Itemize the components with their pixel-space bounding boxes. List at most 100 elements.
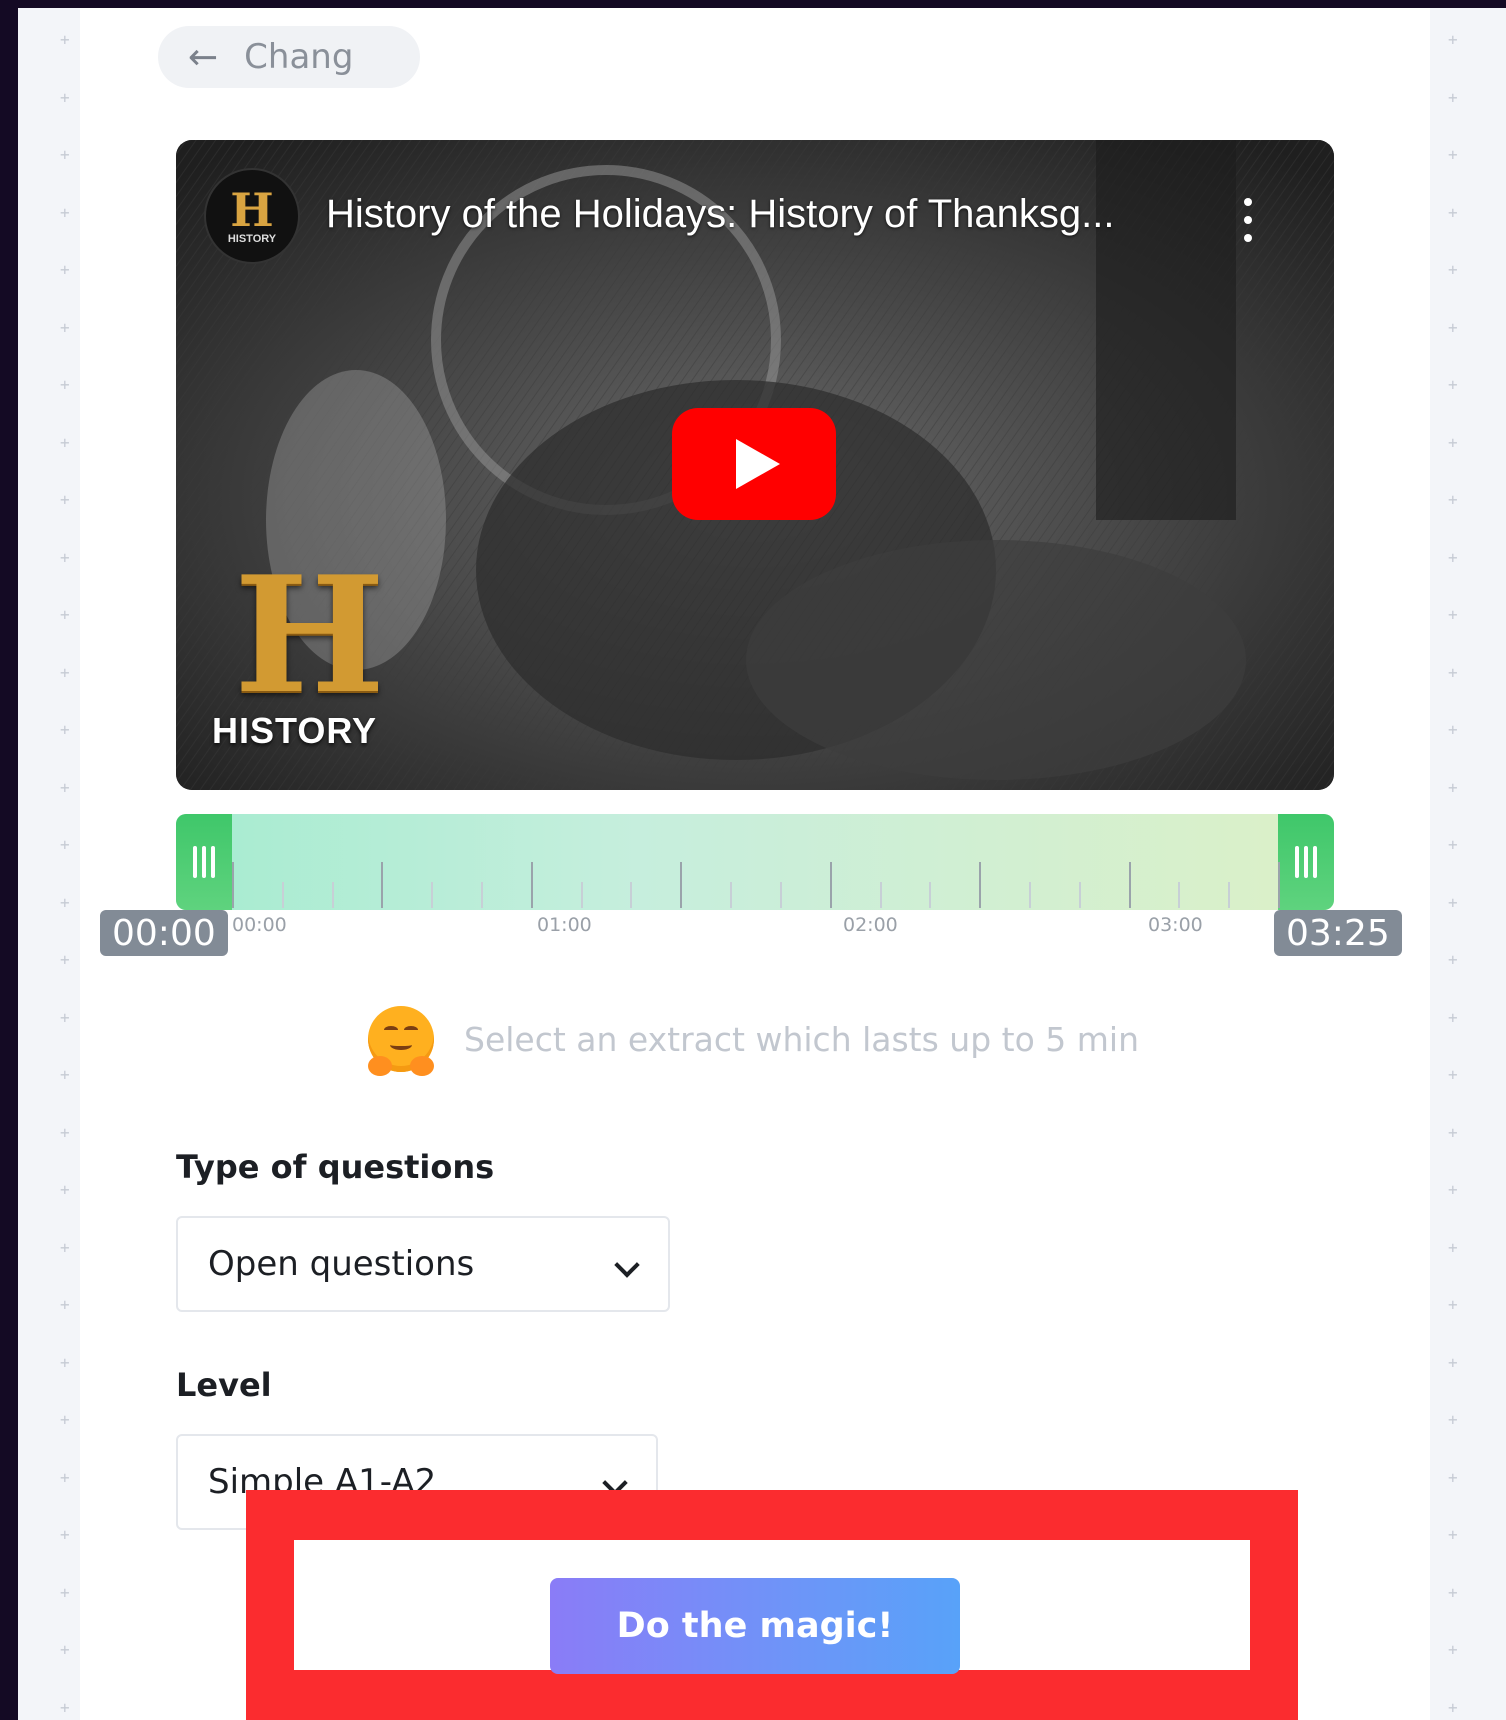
grid-plus-icon: + — [1448, 1525, 1458, 1544]
timeline-start-handle[interactable] — [176, 814, 232, 910]
timeline-tick — [232, 862, 234, 908]
timeline-tick — [1178, 882, 1181, 908]
question-type-select[interactable]: Open questions — [176, 1216, 670, 1312]
grid-plus-icon: + — [1448, 605, 1458, 624]
grip-icon — [193, 846, 215, 878]
grid-plus-icon: + — [60, 1467, 70, 1487]
level-label: Level — [176, 1366, 272, 1404]
grid-plus-icon: + — [1448, 30, 1458, 49]
history-watermark-text: HISTORY — [212, 710, 378, 751]
grid-plus-icon: + — [60, 720, 70, 739]
history-h-icon: H — [230, 183, 274, 237]
duration-hint: Select an extract which lasts up to 5 mi… — [368, 1006, 1139, 1076]
grid-plus-icon: + — [1448, 1180, 1458, 1199]
chevron-down-icon — [614, 1252, 640, 1278]
tick-label: 01:00 — [537, 914, 592, 936]
timeline-track[interactable] — [176, 814, 1334, 910]
grid-plus-icon: + — [1448, 892, 1458, 912]
grid-plus-icon: + — [1448, 87, 1458, 107]
grid-plus-icon: + — [1448, 720, 1458, 739]
grid-plus-icon: + — [1448, 1295, 1458, 1314]
change-video-label: Chang — [244, 37, 354, 77]
channel-logo-text: HISTORY — [227, 233, 277, 245]
grid-plus-icon: + — [60, 605, 70, 624]
grid-plus-icon: + — [60, 1410, 70, 1429]
grid-plus-icon: + — [60, 432, 70, 452]
timeline-tick — [979, 862, 982, 908]
history-watermark-logo: H HISTORY — [212, 541, 392, 751]
play-icon — [736, 439, 780, 489]
timeline-tick — [530, 862, 533, 908]
tick-label: 02:00 — [843, 914, 898, 936]
timeline-tick — [381, 862, 384, 908]
timeline-tick — [779, 882, 782, 908]
grid-plus-icon: + — [1448, 490, 1458, 509]
grid-plus-icon: + — [60, 662, 70, 682]
timeline-tick — [1128, 862, 1131, 908]
grid-plus-icon: + — [1448, 1237, 1458, 1257]
grid-plus-icon: + — [1448, 777, 1458, 797]
timeline-tick — [829, 862, 832, 908]
grid-plus-icon: + — [60, 1065, 70, 1084]
grid-plus-icon: + — [1448, 1410, 1458, 1429]
play-button[interactable] — [672, 408, 836, 520]
start-time-badge: 00:00 — [100, 910, 228, 956]
grid-plus-icon: + — [60, 547, 70, 567]
grid-plus-icon: + — [60, 950, 70, 969]
change-video-button[interactable]: ← Chang — [158, 26, 420, 88]
left-gutter — [18, 8, 80, 1720]
timeline-tick — [481, 882, 484, 908]
grid-plus-icon: + — [60, 835, 70, 854]
timeline-tick — [281, 882, 284, 908]
grid-plus-icon: + — [1448, 1065, 1458, 1084]
grid-plus-icon: + — [1448, 835, 1458, 854]
grid-plus-icon: + — [60, 1697, 70, 1717]
grid-plus-icon: + — [60, 1640, 70, 1659]
grid-plus-icon: + — [60, 375, 70, 394]
hint-text: Select an extract which lasts up to 5 mi… — [464, 1019, 1139, 1059]
more-options-icon[interactable] — [1238, 198, 1258, 242]
grid-plus-icon: + — [60, 202, 70, 222]
grid-plus-icon: + — [1448, 1007, 1458, 1027]
grid-plus-icon: + — [60, 1007, 70, 1027]
grid-plus-icon: + — [1448, 375, 1458, 394]
arrow-left-icon: ← — [188, 36, 219, 78]
grid-plus-icon: + — [60, 260, 70, 279]
grid-plus-icon: + — [60, 892, 70, 912]
timeline-tick — [1078, 882, 1081, 908]
timeline-tick — [1228, 882, 1231, 908]
grid-plus-icon: + — [60, 1237, 70, 1257]
grid-plus-icon: + — [60, 1180, 70, 1199]
channel-avatar[interactable]: H HISTORY — [204, 168, 300, 264]
timeline-tick — [331, 882, 334, 908]
do-the-magic-button[interactable]: Do the magic! — [550, 1578, 960, 1674]
timeline-tick — [730, 882, 733, 908]
grid-plus-icon: + — [1448, 1467, 1458, 1487]
timeline-tick — [580, 882, 583, 908]
grid-plus-icon: + — [1448, 1122, 1458, 1142]
timeline-tick — [1278, 862, 1280, 908]
video-title[interactable]: History of the Holidays: History of Than… — [326, 192, 1114, 237]
grid-plus-icon: + — [60, 87, 70, 107]
grid-plus-icon: + — [1448, 1352, 1458, 1372]
grid-plus-icon: + — [1448, 260, 1458, 279]
grid-plus-icon: + — [1448, 432, 1458, 452]
grid-plus-icon: + — [60, 1122, 70, 1142]
grid-plus-icon: + — [60, 30, 70, 49]
tick-label: 00:00 — [232, 914, 287, 936]
grid-plus-icon: + — [1448, 202, 1458, 222]
right-gutter — [1430, 8, 1506, 1720]
timeline-tick — [879, 882, 882, 908]
grid-plus-icon: + — [1448, 317, 1458, 337]
end-time-badge: 03:25 — [1274, 910, 1402, 956]
grid-plus-icon: + — [60, 1295, 70, 1314]
video-player[interactable]: H HISTORY History of the Holidays: Histo… — [176, 140, 1334, 790]
history-h-logo: H — [234, 541, 386, 729]
grid-plus-icon: + — [60, 1352, 70, 1372]
grid-plus-icon: + — [60, 1582, 70, 1602]
timeline-end-handle[interactable] — [1278, 814, 1334, 910]
grid-plus-icon: + — [1448, 662, 1458, 682]
grid-plus-icon: + — [60, 145, 70, 164]
grid-plus-icon: + — [1448, 1640, 1458, 1659]
question-type-label: Type of questions — [176, 1148, 495, 1186]
